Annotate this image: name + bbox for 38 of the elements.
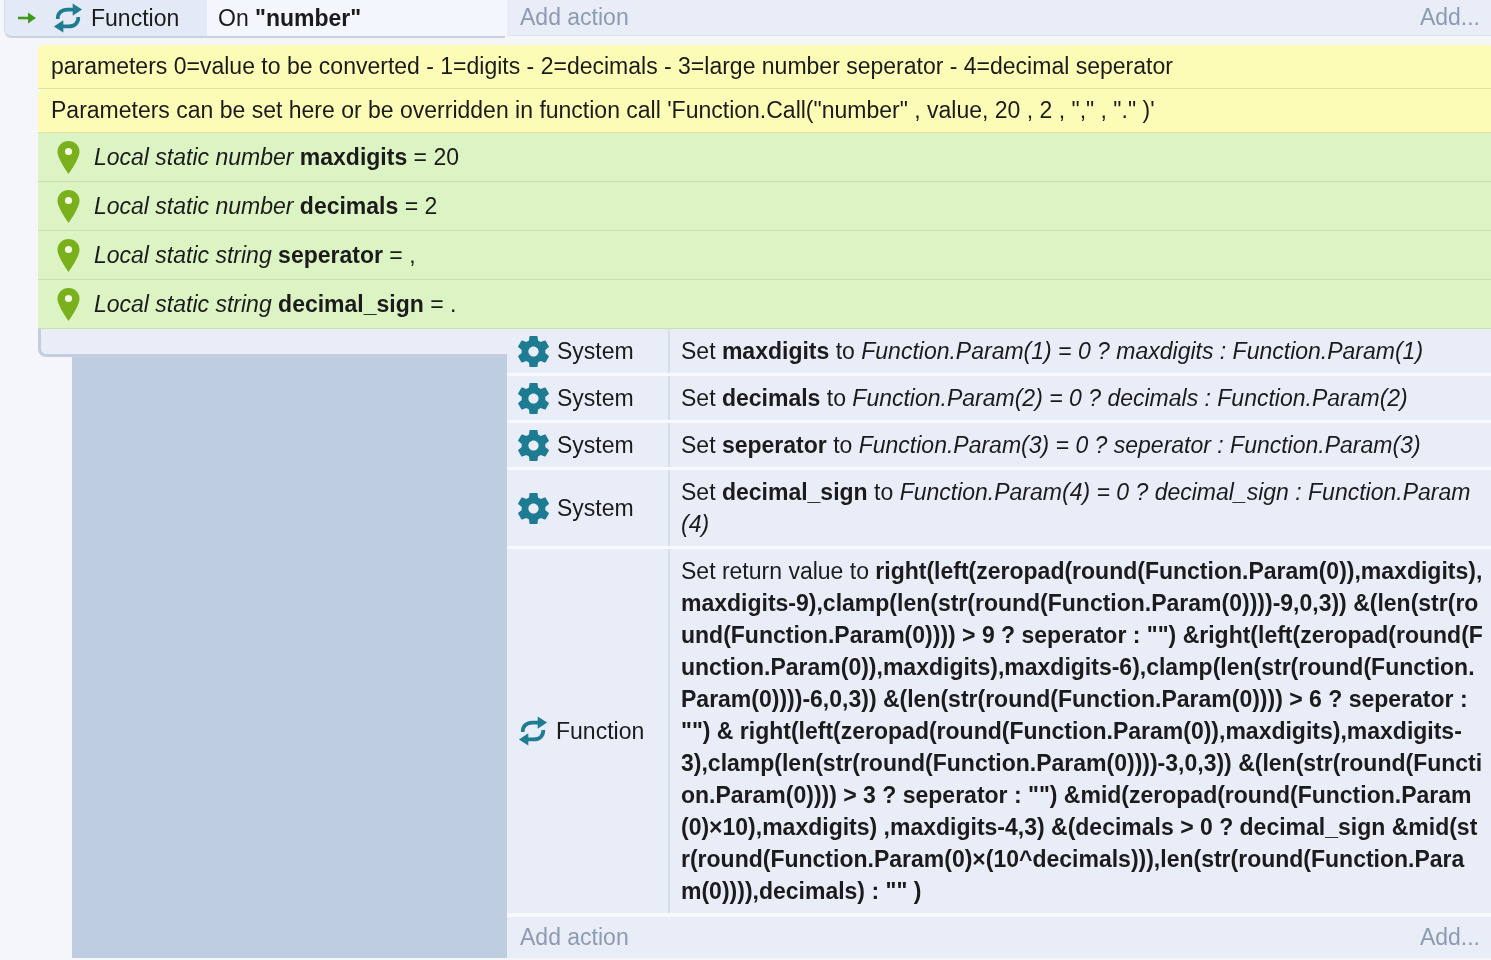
action-text: Set decimals to Function.Param(2) = 0 ? decimals : Function.Param(2) xyxy=(680,384,1409,413)
local-variable-row[interactable]: Local static number decimals = 2 xyxy=(38,182,1491,231)
map-pin-icon xyxy=(57,287,80,321)
gear-icon xyxy=(518,382,549,414)
action-row[interactable]: System Set decimal_sign to Function.Param(4) = 0 ? decimal_sign : Function.Param(4) xyxy=(507,470,1491,549)
local-variable-row[interactable]: Local static number maxdigits = 20 xyxy=(38,133,1491,182)
action-row[interactable] xyxy=(507,549,1491,916)
comment[interactable]: parameters 0=value to be converted - 1=digits - 2=decimals - 3=large number seperator - 4=decimal seperator xyxy=(38,45,1491,89)
action-text: Set maxdigits to Function.Param(1) = 0 ? maxdigits : Function.Param(1) xyxy=(680,337,1425,366)
action-row[interactable]: System Set maxdigits to Function.Param(1) = 0 ? maxdigits : Function.Param(1) xyxy=(507,329,1491,376)
local-variable-row[interactable]: Local static string decimal_sign = . xyxy=(38,280,1491,329)
object-name: System xyxy=(557,337,634,365)
object-name: System xyxy=(557,431,634,459)
map-pin-icon xyxy=(57,189,80,223)
object-name: System xyxy=(557,384,634,412)
variable-declaration: Local static number decimals = 2 xyxy=(94,192,438,220)
action-row[interactable]: System Set seperator to Function.Param(3) = 0 ? seperator : Function.Param(3) xyxy=(507,423,1491,470)
gear-icon xyxy=(518,335,549,367)
object-name: System xyxy=(557,494,634,522)
object-name: Function xyxy=(91,4,180,32)
cycle-arrows-icon xyxy=(53,3,83,33)
variable-declaration: Local static number maxdigits = 20 xyxy=(94,143,459,171)
local-variable-row[interactable]: Local static string seperator = , xyxy=(38,231,1491,280)
action-text: Set decimal_sign to Function.Param(4) = 0 ? decimal_sign : Function.Param(4) xyxy=(680,478,1472,539)
gear-icon xyxy=(518,492,549,524)
action-text: Set return value to right(left(zeropad(round(Function.Param(0)),maxdigits),maxdigits-9),clamp(len(str(round(Function.Param(0))))-9,0,3)) &(len(str(round(Function.Param(0)))) > 9 ? seperator : "") &right(left(zeropad(round(Function.Param(0)),maxdigits),maxdigits-6),clamp(len(str(round(Function.Param(0))))-6,0,3)) &(len(str(round(Function.Param(0)))) > 6 ? seperator : "") & right(left(zeropad(round(Function.Param(0)),maxdigits),maxdigits-3),clamp(len(str(round(Function.Param(0))))-3,0,3)) &(len(str(round(Function.Param(0)))) > 3 ? seperator : "") &mid(zeropad(round(Function.Param(0)×10),maxdigits) ,maxdigits-4,3) &(decimals > 0 ? decimal_sign &mid(str(round(Function.Param(0)×(10^decimals))),len(str(round(Function.Param(0)))),decimals) : "" ) xyxy=(680,557,1484,906)
comment[interactable]: Parameters can be set here or be overridden in function call 'Function.Call("number" , value, 20 , 2 , "," , "." )' xyxy=(38,89,1491,133)
gear-icon xyxy=(518,429,549,461)
object-name: Function xyxy=(556,717,645,745)
variable-declaration: Local static string seperator = , xyxy=(94,241,416,269)
variable-declaration: Local static string decimal_sign = . xyxy=(94,290,457,318)
map-pin-icon xyxy=(57,238,80,272)
right-arrow-icon xyxy=(18,12,36,24)
condition-text[interactable]: On "number" xyxy=(207,0,505,36)
cycle-arrows-icon xyxy=(518,716,548,746)
action-row[interactable]: System Set decimals to Function.Param(2) = 0 ? decimals : Function.Param(2) xyxy=(507,376,1491,423)
map-pin-icon xyxy=(57,140,80,174)
action-text: Set seperator to Function.Param(3) = 0 ? seperator : Function.Param(3) xyxy=(680,431,1422,460)
